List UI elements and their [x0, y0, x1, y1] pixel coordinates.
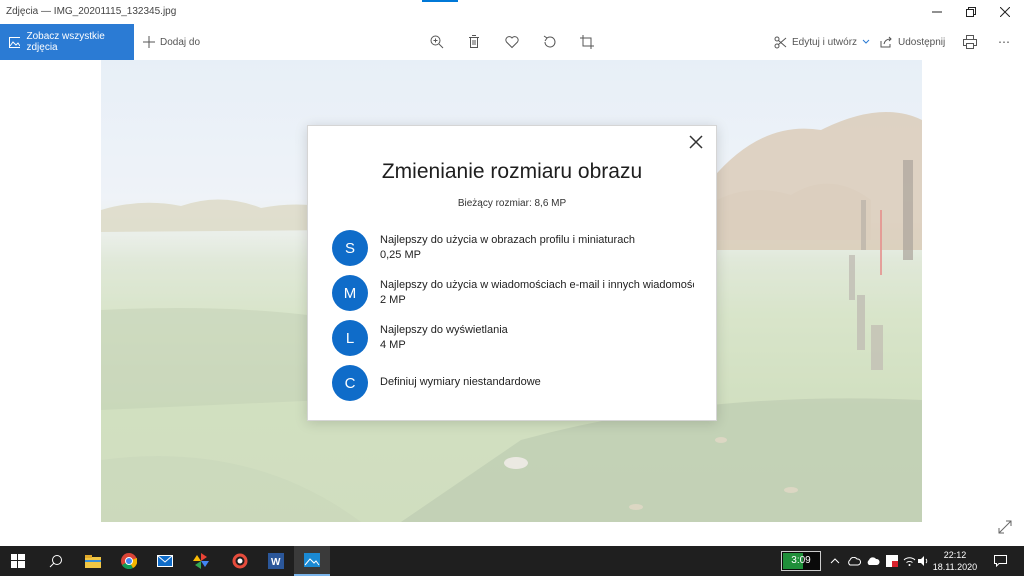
- more-options-icon[interactable]: ⋯: [998, 24, 1011, 60]
- add-to-button[interactable]: Dodaj do: [143, 24, 200, 60]
- clock-time: 22:12: [943, 550, 967, 560]
- search-button[interactable]: [38, 546, 74, 576]
- share-label: Udostępnij: [898, 36, 946, 48]
- minimize-icon: [932, 11, 942, 13]
- tray-onedrive[interactable]: [845, 546, 863, 576]
- size-option-letter: C: [332, 365, 368, 401]
- add-to-label: Dodaj do: [160, 36, 201, 48]
- share-button[interactable]: Udostępnij: [880, 24, 945, 60]
- see-all-photos-label: Zobacz wszystkie zdjęcia: [26, 31, 105, 53]
- see-all-photos-button[interactable]: Zobacz wszystkie zdjęcia: [0, 24, 134, 60]
- search-icon: [49, 555, 62, 568]
- rotate-icon[interactable]: [542, 34, 558, 50]
- dialog-title: Zmienianie rozmiaru obrazu: [381, 160, 643, 183]
- tray-wifi[interactable]: [901, 546, 917, 576]
- minimize-button[interactable]: [920, 0, 954, 24]
- close-icon: [1000, 7, 1010, 17]
- taskbar-app-ring[interactable]: [222, 546, 258, 576]
- size-option-size: 4 MP: [380, 339, 406, 351]
- taskbar: W 3:09 22:12 18.11.2020: [0, 546, 1024, 576]
- crop-icon[interactable]: [579, 34, 595, 50]
- title-accent-bar: [422, 0, 458, 2]
- action-center-button[interactable]: [988, 546, 1012, 576]
- folder-icon: [85, 554, 101, 568]
- start-button[interactable]: [0, 546, 36, 576]
- size-option-label: Definiuj wymiary niestandardowe: [380, 376, 541, 388]
- taskbar-mail[interactable]: [147, 546, 183, 576]
- taskbar-word[interactable]: W: [258, 546, 294, 576]
- restore-icon: [966, 7, 976, 17]
- chrome-icon: [121, 553, 137, 569]
- viewer-margin-left: [0, 60, 101, 546]
- title-bar: Zdjęcia — IMG_20201115_132345.jpg: [0, 0, 1024, 24]
- zoom-icon[interactable]: [429, 34, 445, 50]
- fullscreen-expand-icon[interactable]: [996, 518, 1014, 536]
- notification-icon: [993, 555, 1007, 567]
- size-option-small[interactable]: S Najlepszy do użycia w obrazach profilu…: [332, 230, 704, 266]
- tray-cloud-upload[interactable]: [864, 546, 882, 576]
- size-option-label: Najlepszy do wyświetlania: [380, 324, 508, 336]
- print-icon[interactable]: [962, 34, 978, 50]
- size-option-size: 0,25 MP: [380, 249, 421, 261]
- cloud-icon: [848, 556, 861, 565]
- size-option-letter: M: [332, 275, 368, 311]
- heart-icon[interactable]: [504, 34, 520, 50]
- taskbar-pinwheel[interactable]: [183, 546, 219, 576]
- toolbar: Zobacz wszystkie zdjęcia Dodaj do Edytuj…: [0, 24, 1024, 60]
- battery-indicator[interactable]: 3:09: [781, 551, 821, 571]
- ring-app-icon: [232, 553, 248, 569]
- window-title: Zdjęcia — IMG_20201115_132345.jpg: [6, 6, 177, 17]
- edit-create-icon: [774, 36, 787, 48]
- show-hidden-icons[interactable]: [828, 546, 842, 576]
- clock[interactable]: 22:12 18.11.2020: [930, 549, 980, 573]
- svg-text:W: W: [271, 557, 281, 568]
- resize-image-dialog: Zmienianie rozmiaru obrazu Bieżący rozmi…: [307, 125, 717, 421]
- edit-create-label: Edytuj i utwórz: [792, 36, 858, 48]
- tray-security[interactable]: [883, 546, 901, 576]
- photos-app-icon: [304, 553, 320, 567]
- chevron-down-icon: [862, 39, 870, 44]
- taskbar-chrome[interactable]: [111, 546, 147, 576]
- shield-icon: [886, 555, 898, 567]
- size-option-medium[interactable]: M Najlepszy do użycia w wiadomościach e-…: [332, 275, 704, 311]
- taskbar-photos-active[interactable]: [294, 546, 330, 576]
- edit-create-button[interactable]: Edytuj i utwórz: [774, 24, 870, 60]
- windows-icon: [11, 554, 25, 568]
- size-option-letter: L: [332, 320, 368, 356]
- word-icon: W: [268, 553, 284, 569]
- share-icon: [880, 36, 892, 48]
- restore-button[interactable]: [954, 0, 988, 24]
- mail-icon: [157, 555, 173, 567]
- plus-icon: [143, 36, 155, 48]
- size-option-custom[interactable]: C Definiuj wymiary niestandardowe: [332, 365, 704, 401]
- taskbar-file-explorer[interactable]: [75, 546, 111, 576]
- size-option-size: 2 MP: [380, 294, 406, 306]
- size-option-label: Najlepszy do użycia w wiadomościach e-ma…: [380, 279, 694, 291]
- size-option-letter: S: [332, 230, 368, 266]
- cloud-upload-icon: [867, 557, 880, 565]
- close-window-button[interactable]: [988, 0, 1022, 24]
- delete-icon[interactable]: [466, 34, 482, 50]
- pinwheel-icon: [193, 553, 209, 569]
- current-size-label: Bieżący rozmiar: 8,6 MP: [457, 198, 567, 209]
- speaker-icon: [918, 556, 928, 566]
- battery-time: 3:09: [791, 555, 811, 566]
- close-icon[interactable]: [686, 132, 706, 152]
- tray-volume[interactable]: [917, 546, 931, 576]
- chevron-up-icon: [830, 558, 840, 564]
- size-option-label: Najlepszy do użycia w obrazach profilu i…: [380, 234, 635, 246]
- photos-icon: [9, 36, 21, 48]
- clock-date: 18.11.2020: [932, 562, 978, 572]
- size-option-large[interactable]: L Najlepszy do wyświetlania 4 MP: [332, 320, 704, 356]
- viewer-margin-right: [922, 60, 1024, 546]
- wifi-icon: [903, 557, 915, 566]
